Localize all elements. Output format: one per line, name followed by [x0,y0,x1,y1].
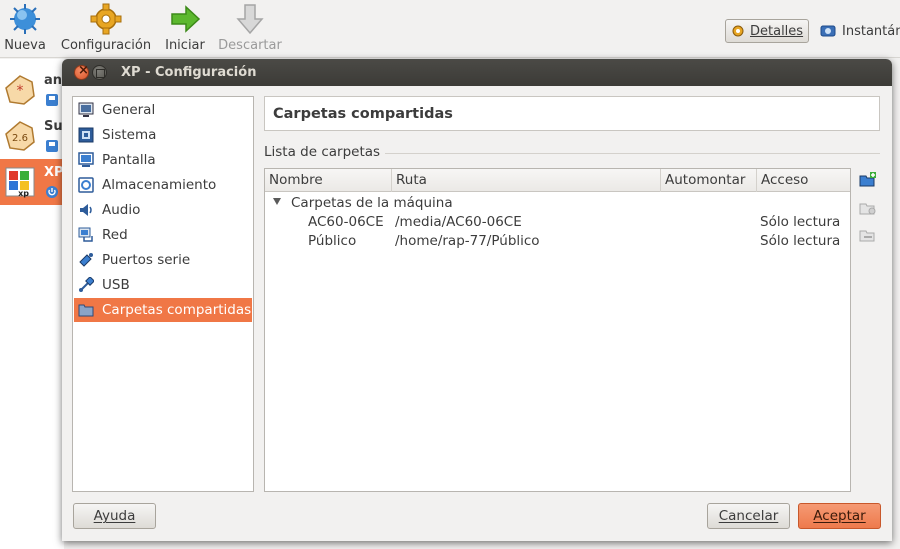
category-label: Carpetas compartidas [102,302,252,318]
category-label: Puertos serie [102,252,191,268]
serial-port-icon [79,253,93,267]
category-shared-folders[interactable]: Carpetas compartidas [74,298,252,322]
cancel-button[interactable]: Cancelar [707,503,790,529]
table-row[interactable]: Público /home/rap-77/Público Sólo lectur… [265,232,850,251]
vm-list: * an 2.6 Su xp XP [0,59,64,549]
settings-dialog: XP - Configuración General Sistema Panta… [62,59,892,541]
monitor-icon [78,102,94,117]
page-header: Carpetas compartidas [264,96,880,131]
help-button[interactable]: Ayuda [73,503,156,529]
gear-icon [90,3,122,35]
folder-path: /media/AC60-06CE [395,214,522,230]
minimize-window-button[interactable] [92,65,107,80]
discard-arrow-icon [236,4,264,35]
category-audio[interactable]: Audio [74,198,252,222]
category-label: Almacenamiento [102,177,217,193]
vm-item[interactable]: * an [0,67,64,113]
snapshots-label: Instantán [842,23,900,39]
folder-icon [78,304,94,317]
settings-button[interactable]: Configuración [58,3,154,53]
settings-label: Configuración [60,38,152,53]
ok-label: Aceptar [813,508,866,524]
table-row[interactable]: AC60-06CE /media/AC60-06CE Sólo lectura [265,213,850,232]
svg-text:*: * [17,83,24,99]
category-list: General Sistema Pantalla Almacenamiento … [72,96,254,492]
column-header-access[interactable]: Acceso [757,169,850,192]
vm-name: Su [44,119,63,134]
column-header-path[interactable]: Ruta [392,169,661,192]
main-toolbar: Nueva Configuración Iniciar Descartar De… [0,0,900,58]
dialog-title: XP - Configuración [121,65,257,80]
folder-name: Público [308,233,357,249]
camera-icon [820,25,836,37]
chip-icon [78,127,94,143]
category-label: Red [102,227,128,243]
details-button[interactable]: Detalles [725,19,809,43]
gear-small-icon [732,25,744,37]
column-header-automount[interactable]: Automontar [661,169,757,192]
snapshots-button[interactable]: Instantán [820,19,900,43]
category-serial-ports[interactable]: Puertos serie [74,248,252,272]
start-arrow-icon [171,5,201,33]
storage-icon [78,177,94,193]
new-button[interactable]: Nueva [4,3,46,53]
category-display[interactable]: Pantalla [74,148,252,172]
edit-folder-icon[interactable] [859,199,877,217]
usb-icon [79,277,94,292]
os-badge-icon: 2.6 [5,121,35,151]
saved-state-icon [46,94,58,106]
expander-icon[interactable] [273,198,281,205]
saved-state-icon [46,140,58,152]
cancel-label: Cancelar [718,508,779,524]
category-usb[interactable]: USB [74,273,252,297]
os-badge-icon: * [5,75,35,105]
details-label: Detalles [750,23,804,39]
speaker-icon [80,204,92,216]
new-vm-icon [10,4,40,34]
power-icon [46,186,58,198]
discard-label: Descartar [218,38,282,53]
network-icon [78,227,93,242]
category-label: USB [102,277,130,293]
vm-item-selected[interactable]: xp XP [0,159,64,205]
folder-access: Sólo lectura [760,233,841,249]
page-title: Carpetas compartidas [273,106,453,122]
folder-name: AC60-06CE [308,214,384,230]
windows-xp-icon: xp [5,167,35,198]
category-label: Sistema [102,127,157,143]
category-system[interactable]: Sistema [74,123,252,147]
shared-folders-table[interactable]: Nombre Ruta Automontar Acceso Carpetas d… [264,168,851,492]
folder-access: Sólo lectura [760,214,841,230]
category-label: General [102,102,156,118]
category-label: Pantalla [102,152,156,168]
svg-text:2.6: 2.6 [12,133,28,144]
category-network[interactable]: Red [74,223,252,247]
vm-name: XP [44,165,64,180]
help-label: Ayuda [93,508,136,524]
start-label: Iniciar [165,38,205,53]
column-header-name[interactable]: Nombre [265,169,392,192]
remove-folder-icon[interactable] [859,226,877,244]
vm-name: an [44,73,63,88]
display-icon [78,152,94,167]
add-folder-icon[interactable] [859,171,877,189]
category-general[interactable]: General [74,98,252,122]
discard-button[interactable]: Descartar [216,3,284,53]
folder-list-label: Lista de carpetas [264,144,381,160]
folder-path: /home/rap-77/Público [395,233,540,249]
new-label: Nueva [4,38,46,53]
section-divider [385,153,880,154]
start-button[interactable]: Iniciar [164,3,206,53]
category-storage[interactable]: Almacenamiento [74,173,252,197]
table-header: Nombre Ruta Automontar Acceso [265,169,850,192]
dialog-titlebar[interactable]: XP - Configuración [62,59,892,86]
vm-item[interactable]: 2.6 Su [0,113,64,159]
close-window-button[interactable] [74,63,89,80]
group-label: Carpetas de la máquina [291,195,453,211]
tree-group-row[interactable]: Carpetas de la máquina [265,194,850,213]
svg-text:xp: xp [18,189,29,198]
category-label: Audio [102,202,141,218]
ok-button[interactable]: Aceptar [798,503,881,529]
